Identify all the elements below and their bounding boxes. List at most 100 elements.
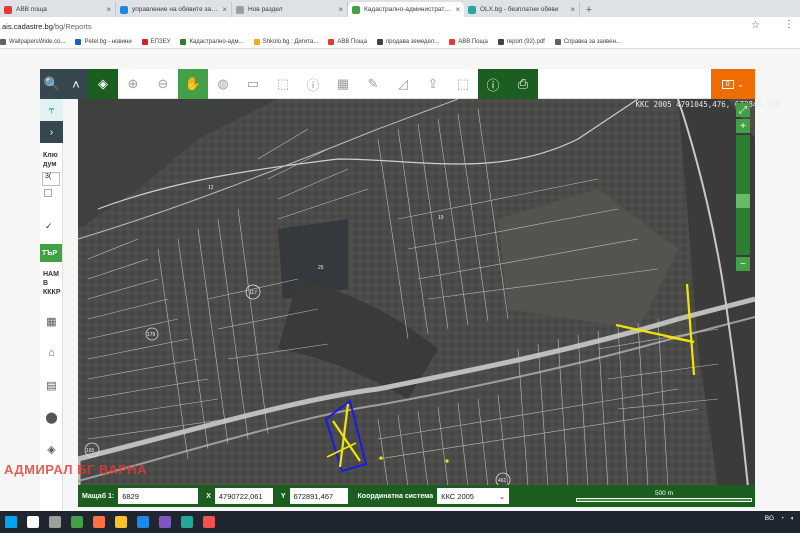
bookmark-favicon-icon <box>141 38 148 45</box>
paint-icon[interactable] <box>198 511 220 533</box>
tab-close-icon[interactable]: × <box>338 5 343 14</box>
browser-tab[interactable]: Нов раздел × <box>232 2 348 17</box>
marker-icon[interactable]: ⬤ <box>40 405 63 429</box>
cadastral-map[interactable]: 117 179 165 461 25 12 19 <box>78 99 755 487</box>
browser-tab[interactable]: OLX.bg - безплатни обяви × <box>464 2 580 17</box>
select-icon[interactable]: ⬚ <box>448 69 478 99</box>
network-icon[interactable]: ◔ <box>780 515 784 522</box>
scale-input[interactable]: 6829 <box>118 488 199 504</box>
browser-tab[interactable]: управление на обявите за зем...× <box>116 2 232 17</box>
sidebar-tab-search[interactable]: ⥾ <box>40 99 63 121</box>
fullscreen-icon[interactable]: ⤢ <box>736 103 750 117</box>
bookmark-star-icon[interactable]: ☆ <box>751 20 760 31</box>
viber-icon[interactable] <box>154 511 176 533</box>
tab-close-icon[interactable]: × <box>222 5 227 14</box>
windows-start-icon[interactable] <box>0 511 22 533</box>
language-indicator[interactable]: BG <box>765 515 774 522</box>
zoom-slider[interactable] <box>736 135 750 255</box>
sidebar-expand-button[interactable]: › <box>40 121 63 143</box>
search-submit-button[interactable]: ТЪР <box>40 244 62 262</box>
tab-close-icon[interactable]: × <box>455 5 460 14</box>
checkmark-icon: ✓ <box>45 221 53 231</box>
address-bar[interactable]: ais.cadastre.bg/bg/Reports ☆ ⋮ <box>0 17 800 35</box>
parcel-label: 165 <box>86 448 95 454</box>
firefox-icon[interactable] <box>88 511 110 533</box>
browser-tab[interactable]: Кадастрално-административна...× <box>348 2 464 17</box>
chevron-up-icon[interactable]: ˄ <box>64 69 88 99</box>
cursor-coordinates: ККС 2005 4791045,476, 673848,764 <box>635 100 781 109</box>
measure-icon[interactable]: ✎ <box>358 69 388 99</box>
bookmark-label: WallpapersWide.co... <box>9 38 66 45</box>
bookmark-label: Кадастрално-адм... <box>189 38 244 45</box>
edit-rect-icon[interactable]: ⬚ <box>268 69 298 99</box>
photos-icon[interactable] <box>176 511 198 533</box>
bookmark-favicon-icon <box>180 38 187 45</box>
area-icon[interactable]: ◿ <box>388 69 418 99</box>
zoom-minus-button[interactable]: − <box>736 257 750 271</box>
account-button[interactable]: 0 ⌄ <box>711 69 755 99</box>
bookmark-item[interactable]: Кадастрално-адм... <box>180 38 244 45</box>
new-tab-button[interactable]: + <box>582 2 596 17</box>
bookmark-item[interactable]: ABB Поща <box>449 38 488 45</box>
search-icon[interactable]: 🔍 <box>40 69 64 99</box>
bookmark-label: Справка за заявен... <box>563 38 621 45</box>
app-glyph <box>93 516 105 528</box>
pan-hand-icon[interactable]: ✋ <box>178 69 208 99</box>
chrome-icon[interactable] <box>66 511 88 533</box>
volume-icon[interactable]: ◖ <box>790 515 794 522</box>
url-text[interactable]: ais.cadastre.bg/bg/Reports <box>2 22 92 31</box>
sidebar-section-3: КККР <box>43 289 61 296</box>
zoom-in-icon[interactable]: ⊕ <box>118 69 148 99</box>
bookmark-item[interactable]: report (92).pdf <box>497 38 545 45</box>
browser-tab[interactable]: ABB поща × <box>0 2 116 17</box>
zoom-plus-button[interactable]: + <box>736 119 750 133</box>
bookmark-item[interactable]: ЕПЗЕУ <box>141 38 170 45</box>
bookmark-favicon-icon <box>328 38 335 45</box>
grid-info-icon[interactable]: ▦ <box>328 69 358 99</box>
bookmark-item[interactable]: WallpapersWide.co... <box>0 38 66 45</box>
tab-close-icon[interactable]: × <box>106 5 111 14</box>
windows-taskbar: BG ◔ ◖ <box>0 511 800 533</box>
print-icon[interactable]: ⎙ <box>508 69 538 99</box>
option-checkbox[interactable] <box>44 189 52 197</box>
grid-icon[interactable]: ▦ <box>40 309 63 333</box>
globe-icon[interactable]: ◍ <box>208 69 238 99</box>
x-label: X <box>206 492 211 500</box>
home-icon[interactable]: ⌂ <box>40 341 63 365</box>
tab-close-icon[interactable]: × <box>570 5 575 14</box>
app-glyph <box>181 516 193 528</box>
y-coordinate-field[interactable]: 672891,467 <box>289 488 348 504</box>
word-icon[interactable] <box>132 511 154 533</box>
bookmark-favicon-icon <box>253 38 260 45</box>
info-icon[interactable]: ⓘ <box>298 69 328 99</box>
calculator-icon[interactable]: ▤ <box>40 373 63 397</box>
bookmark-item[interactable]: Справка за заявен... <box>554 38 621 45</box>
bookmark-item[interactable]: Shkolo.bg : Дигита... <box>253 38 318 45</box>
browser-menu-icon[interactable]: ⋮ <box>784 19 794 30</box>
explorer-icon[interactable] <box>110 511 132 533</box>
layers-icon[interactable]: ◈ <box>88 69 118 99</box>
add-rect-icon[interactable]: ▭ <box>238 69 268 99</box>
identify-layers-icon[interactable]: ⓘ <box>478 69 508 99</box>
zoom-slider-knob[interactable] <box>736 194 750 208</box>
tab-title: Кадастрално-административна... <box>364 6 452 13</box>
layers-stack-icon[interactable]: ◈ <box>40 437 63 461</box>
bookmark-item[interactable]: Petel.bg - новини <box>75 38 132 45</box>
app-glyph <box>49 516 61 528</box>
tab-favicon-icon <box>120 5 128 14</box>
bookmark-favicon-icon <box>497 38 504 45</box>
task-view-icon[interactable] <box>44 511 66 533</box>
sidebar-label-keywords-1: Клю <box>43 152 58 159</box>
x-coordinate-field[interactable]: 4790722,061 <box>214 488 273 504</box>
search-icon[interactable] <box>22 511 44 533</box>
tab-favicon-icon <box>468 5 476 14</box>
zoom-out-icon[interactable]: ⊖ <box>148 69 178 99</box>
bookmark-item[interactable]: ABB Поща <box>328 38 367 45</box>
keyword-input[interactable]: 3( <box>42 172 60 186</box>
watermark-text: АДМИРАЛ БГ ВАРНА <box>4 462 148 477</box>
upload-icon[interactable]: ⇪ <box>418 69 448 99</box>
bookmark-item[interactable]: продава земедел... <box>376 38 439 45</box>
crs-select[interactable]: ККС 2005 ⌄ <box>437 488 510 504</box>
tab-title: управление на обявите за зем... <box>132 6 220 13</box>
